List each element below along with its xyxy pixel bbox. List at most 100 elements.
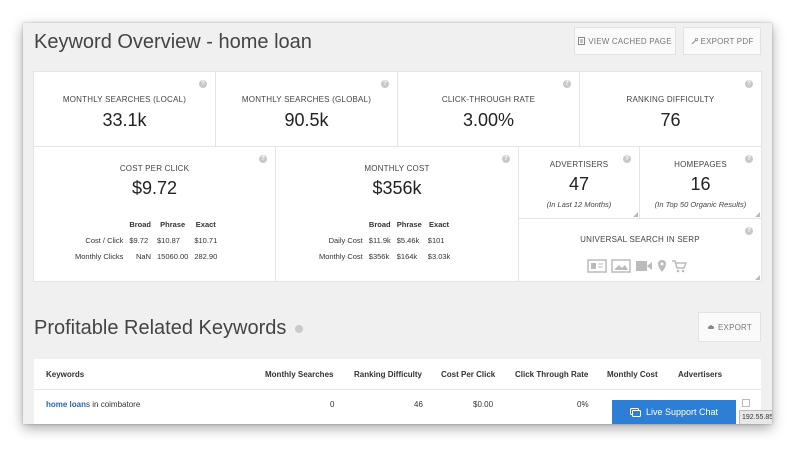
click-through-rate-card: ? CLICK-THROUGH RATE 3.00% bbox=[397, 71, 580, 147]
cell-monthly-searches: 0 bbox=[330, 400, 335, 409]
cell: $9.72 bbox=[129, 235, 149, 245]
cell: 282.90 bbox=[194, 251, 218, 261]
metric-subtext: (In Top 50 Organic Results) bbox=[654, 200, 747, 209]
view-cached-page-button[interactable]: VIEW CACHED PAGE bbox=[574, 27, 676, 55]
col-monthly-searches[interactable]: Monthly Searches bbox=[265, 370, 333, 379]
metric-label: CLICK-THROUGH RATE bbox=[441, 95, 536, 104]
cell-cost-per-click: $0.00 bbox=[473, 400, 494, 409]
export-pdf-button[interactable]: EXPORT PDF bbox=[683, 27, 761, 55]
serp-feature-icons bbox=[587, 259, 687, 273]
cell: $10.87 bbox=[157, 235, 180, 245]
metric-label: HOMEPAGES bbox=[674, 160, 727, 169]
image-icon bbox=[611, 259, 631, 273]
export-pdf-label: EXPORT PDF bbox=[700, 36, 754, 46]
col-keywords[interactable]: Keywords bbox=[46, 370, 84, 379]
document-icon bbox=[578, 37, 586, 45]
help-icon[interactable]: ? bbox=[381, 80, 389, 88]
page-title: Keyword Overview - home loan bbox=[34, 31, 312, 53]
export-label: EXPORT bbox=[718, 322, 752, 332]
help-icon[interactable]: ? bbox=[745, 227, 753, 235]
cell-ranking-difficulty: 46 bbox=[414, 400, 423, 409]
col-phrase: Phrase bbox=[160, 219, 186, 229]
metric-label: MONTHLY SEARCHES (LOCAL) bbox=[62, 95, 187, 104]
cell: $356k bbox=[368, 251, 390, 261]
table-header: Keywords Monthly Searches Ranking Diffic… bbox=[34, 359, 761, 390]
news-icon bbox=[587, 259, 607, 273]
video-icon bbox=[636, 261, 652, 271]
expand-corner[interactable] bbox=[633, 212, 638, 217]
metric-label: RANKING DIFFICULTY bbox=[626, 95, 715, 104]
col-broad: Broad bbox=[368, 219, 391, 229]
metric-label: MONTHLY COST bbox=[364, 164, 430, 173]
metric-label: ADVERTISERS bbox=[549, 160, 609, 169]
col-broad: Broad bbox=[129, 219, 152, 229]
cell: 15060.00 bbox=[157, 251, 189, 261]
help-icon[interactable]: ? bbox=[199, 80, 207, 88]
metric-value: 90.5k bbox=[284, 110, 329, 130]
help-icon[interactable]: ? bbox=[563, 80, 571, 88]
col-ranking-difficulty[interactable]: Ranking Difficulty bbox=[354, 370, 422, 379]
row-label: Monthly Clicks bbox=[75, 251, 124, 261]
metric-value: 3.00% bbox=[462, 110, 515, 130]
help-icon[interactable] bbox=[294, 324, 303, 333]
metric-value: $356k bbox=[372, 178, 422, 198]
col-click-through-rate[interactable]: Click Through Rate bbox=[515, 370, 588, 379]
metric-value: 76 bbox=[660, 110, 681, 130]
metric-label: COST PER CLICK bbox=[119, 164, 190, 173]
monthly-searches-local-card: ? MONTHLY SEARCHES (LOCAL) 33.1k bbox=[33, 71, 216, 147]
homepages-card: ? HOMEPAGES 16 (In Top 50 Organic Result… bbox=[639, 146, 762, 219]
row-expand-icon[interactable] bbox=[742, 399, 750, 407]
cell: $5.46k bbox=[396, 235, 420, 245]
expand-corner[interactable] bbox=[755, 212, 760, 217]
cell-click-through-rate: 0% bbox=[577, 400, 589, 409]
monthly-cost-table: Broad Phrase Exact Daily Cost $11.9k $5.… bbox=[316, 216, 453, 264]
advertisers-card: ? ADVERTISERS 47 (In Last 12 Months) bbox=[518, 146, 640, 219]
metric-value: 47 bbox=[568, 174, 590, 194]
ip-tooltip: 192.55.85 bbox=[739, 410, 772, 424]
keyword-link[interactable]: home loans in coimbatore bbox=[46, 400, 140, 409]
metric-value: 33.1k bbox=[102, 110, 147, 130]
view-cached-page-label: VIEW CACHED PAGE bbox=[588, 36, 672, 46]
row-label: Cost / Click bbox=[85, 235, 124, 245]
metric-subtext: (In Last 12 Months) bbox=[546, 200, 612, 209]
cell: $11.9k bbox=[368, 235, 391, 245]
metric-label: UNIVERSAL SEARCH IN SERP bbox=[580, 235, 700, 244]
wrench-icon bbox=[691, 37, 698, 44]
metric-value: 16 bbox=[690, 174, 711, 194]
ranking-difficulty-card: ? RANKING DIFFICULTY 76 bbox=[579, 71, 762, 147]
help-icon[interactable]: ? bbox=[745, 80, 753, 88]
keyword-overview-panel: Keyword Overview - home loan VIEW CACHED… bbox=[23, 23, 772, 424]
metric-value: $9.72 bbox=[131, 178, 178, 198]
cell: $10.71 bbox=[194, 235, 218, 245]
row-label: Daily Cost bbox=[328, 235, 363, 245]
help-icon[interactable]: ? bbox=[502, 155, 510, 163]
cell: $3.03k bbox=[427, 251, 451, 261]
chat-label: Live Support Chat bbox=[645, 407, 719, 417]
live-support-chat-button[interactable]: Live Support Chat bbox=[612, 400, 736, 424]
chat-bubble-icon bbox=[629, 407, 641, 417]
section-title-text: Profitable Related Keywords bbox=[34, 317, 287, 339]
cloud-download-icon bbox=[707, 325, 715, 329]
monthly-cost-card: ? MONTHLY COST $356k Broad Phrase Exact … bbox=[275, 146, 519, 282]
col-exact: Exact bbox=[429, 219, 450, 229]
col-exact: Exact bbox=[195, 219, 216, 229]
col-advertisers[interactable]: Advertisers bbox=[678, 370, 722, 379]
section-title: Profitable Related Keywords bbox=[34, 317, 303, 340]
col-phrase: Phrase bbox=[396, 219, 422, 229]
map-pin-icon bbox=[658, 260, 666, 272]
cell: $164k bbox=[396, 251, 418, 261]
universal-search-card: ? UNIVERSAL SEARCH IN SERP bbox=[518, 218, 762, 282]
monthly-searches-global-card: ? MONTHLY SEARCHES (GLOBAL) 90.5k bbox=[215, 71, 398, 147]
col-cost-per-click[interactable]: Cost Per Click bbox=[441, 370, 495, 379]
cpc-table: Broad Phrase Exact Cost / Click $9.72 $1… bbox=[72, 216, 220, 264]
metric-label: MONTHLY SEARCHES (GLOBAL) bbox=[241, 95, 372, 104]
cell: $101 bbox=[427, 235, 445, 245]
help-icon[interactable]: ? bbox=[259, 155, 267, 163]
row-label: Monthly Cost bbox=[319, 251, 363, 261]
col-monthly-cost[interactable]: Monthly Cost bbox=[607, 370, 658, 379]
cost-per-click-card: ? COST PER CLICK $9.72 Broad Phrase Exac… bbox=[33, 146, 276, 282]
export-button[interactable]: EXPORT bbox=[698, 312, 761, 342]
expand-corner[interactable] bbox=[755, 275, 760, 280]
shopping-cart-icon bbox=[672, 260, 687, 273]
cell: NaN bbox=[136, 251, 152, 261]
